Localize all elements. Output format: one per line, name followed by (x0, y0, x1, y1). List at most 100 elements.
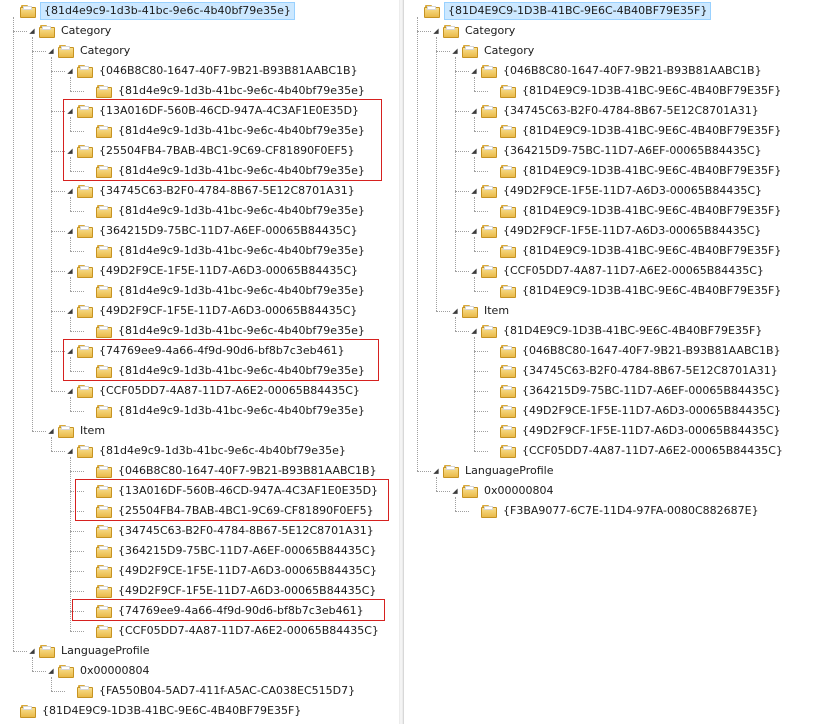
tree-node-category-guid[interactable]: ◢ {364215D9-75BC-11D7-A6EF-00065B84435C} (65, 221, 360, 241)
tree-node-label: {34745C63-B2F0-4784-8B67-5E12C8701A31} (503, 104, 759, 117)
tree-node-category-guid[interactable]: ◢ {046B8C80-1647-40F7-9B21-B93B81AABC1B} (65, 61, 360, 81)
tree-connector-line (70, 77, 71, 91)
tree-node-category-guid[interactable]: ◢ {49D2F9CF-1F5E-11D7-A6D3-00065B84435C} (469, 221, 763, 241)
tree-connector-line (455, 191, 469, 192)
tree-node-item-leaf[interactable]: {046B8C80-1647-40F7-9B21-B93B81AABC1B} (84, 461, 379, 481)
tree-node-category-guid[interactable]: ◢ {CCF05DD7-4A87-11D7-A6E2-00065B84435C} (469, 261, 766, 281)
tree-root-node[interactable]: {81d4e9c9-1d3b-41bc-9e6c-4b40bf79e35e} (8, 1, 295, 21)
tree-node-category-leaf[interactable]: {81D4E9C9-1D3B-41BC-9E6C-4B40BF79E35F} (488, 161, 783, 181)
tree-node-item-leaf[interactable]: {34745C63-B2F0-4784-8B67-5E12C8701A31} (488, 361, 780, 381)
tree-node-item-sub[interactable]: ◢ {81D4E9C9-1D3B-41BC-9E6C-4B40BF79E35F} (469, 321, 764, 341)
folder-icon (96, 164, 112, 178)
tree-connector-line (436, 477, 437, 491)
tree-node-category-guid[interactable]: ◢ {364215D9-75BC-11D7-A6EF-00065B84435C} (469, 141, 764, 161)
tree-node-label: {25504FB4-7BAB-4BC1-9C69-CF81890F0EF5} (99, 144, 355, 157)
folder-icon (424, 4, 440, 18)
tree-node-category-leaf[interactable]: {81d4e9c9-1d3b-41bc-9e6c-4b40bf79e35e} (84, 321, 367, 341)
tree-node-item-leaf[interactable]: {49D2F9CE-1F5E-11D7-A6D3-00065B84435C} (488, 401, 783, 421)
tree-node-label: LanguageProfile (465, 464, 554, 477)
tree-node-item-leaf[interactable]: {25504FB4-7BAB-4BC1-9C69-CF81890F0EF5} (84, 501, 376, 521)
tree-connector-line (70, 117, 71, 131)
tree-node-category-leaf[interactable]: {81D4E9C9-1D3B-41BC-9E6C-4B40BF79E35F} (488, 241, 783, 261)
tree-node-item-leaf[interactable]: {49D2F9CF-1F5E-11D7-A6D3-00065B84435C} (488, 421, 782, 441)
tree-node-item-leaf[interactable]: {34745C63-B2F0-4784-8B67-5E12C8701A31} (84, 521, 376, 541)
tree-node-item-leaf[interactable]: {046B8C80-1647-40F7-9B21-B93B81AABC1B} (488, 341, 783, 361)
tree-node-label: {046B8C80-1647-40F7-9B21-B93B81AABC1B} (503, 64, 762, 77)
tree-node-category-guid[interactable]: ◢ {74769ee9-4a66-4f9d-90d6-bf8b7c3eb461} (65, 341, 347, 361)
tree-node-item-leaf[interactable]: {49D2F9CE-1F5E-11D7-A6D3-00065B84435C} (84, 561, 379, 581)
tree-connector-line (70, 331, 84, 332)
tree-node-label: {49D2F9CE-1F5E-11D7-A6D3-00065B84435C} (522, 404, 781, 417)
folder-icon (58, 424, 74, 438)
tree-node-category-guid[interactable]: ◢ {13A016DF-560B-46CD-947A-4C3AF1E0E35D} (65, 101, 361, 121)
tree-node-label: {25504FB4-7BAB-4BC1-9C69-CF81890F0EF5} (118, 504, 374, 517)
tree-node-category-leaf[interactable]: {81d4e9c9-1d3b-41bc-9e6c-4b40bf79e35e} (84, 361, 367, 381)
tree-node-category-leaf[interactable]: {81d4e9c9-1d3b-41bc-9e6c-4b40bf79e35e} (84, 241, 367, 261)
folder-icon (500, 244, 516, 258)
tree-node-item-leaf[interactable]: {13A016DF-560B-46CD-947A-4C3AF1E0E35D} (84, 481, 380, 501)
folder-icon (96, 464, 112, 478)
tree-node-language-id[interactable]: ◢ 0x00000804 (450, 481, 556, 501)
tree-node-category-leaf[interactable]: {81D4E9C9-1D3B-41BC-9E6C-4B40BF79E35F} (488, 121, 783, 141)
tree-node-category-leaf[interactable]: {81D4E9C9-1D3B-41BC-9E6C-4B40BF79E35F} (488, 81, 783, 101)
tree-node-category[interactable]: ◢ Category (27, 21, 113, 41)
tree-connector-line (455, 331, 469, 332)
folder-icon (96, 284, 112, 298)
tree-node-item-leaf[interactable]: {364215D9-75BC-11D7-A6EF-00065B84435C} (488, 381, 783, 401)
tree-node-item-leaf[interactable]: {CCF05DD7-4A87-11D7-A6E2-00065B84435C} (488, 441, 785, 461)
tree-connector-line (51, 691, 65, 692)
tree-node-item-leaf[interactable]: {364215D9-75BC-11D7-A6EF-00065B84435C} (84, 541, 379, 561)
tree-node-language-leaf[interactable]: {F3BA9077-6C7E-11D4-97FA-0080C882687E} (469, 501, 761, 521)
tree-node-category-guid[interactable]: ◢ {CCF05DD7-4A87-11D7-A6E2-00065B84435C} (65, 381, 362, 401)
tree-node-category-guid[interactable]: ◢ {49D2F9CE-1F5E-11D7-A6D3-00065B84435C} (65, 261, 360, 281)
tree-node-category-leaf[interactable]: {81D4E9C9-1D3B-41BC-9E6C-4B40BF79E35F} (488, 201, 783, 221)
tree-node-category-guid[interactable]: ◢ {25504FB4-7BAB-4BC1-9C69-CF81890F0EF5} (65, 141, 357, 161)
tree-node-label: {CCF05DD7-4A87-11D7-A6E2-00065B84435C} (522, 444, 783, 457)
tree-node-category-leaf[interactable]: {81d4e9c9-1d3b-41bc-9e6c-4b40bf79e35e} (84, 401, 367, 421)
tree-node-category-leaf[interactable]: {81d4e9c9-1d3b-41bc-9e6c-4b40bf79e35e} (84, 281, 367, 301)
tree-node-item-leaf[interactable]: {74769ee9-4a66-4f9d-90d6-bf8b7c3eb461} (84, 601, 366, 621)
tree-connector-line (474, 411, 488, 412)
tree-node-category-guid[interactable]: ◢ {046B8C80-1647-40F7-9B21-B93B81AABC1B} (469, 61, 764, 81)
tree-node-category-guid[interactable]: ◢ {49D2F9CE-1F5E-11D7-A6D3-00065B84435C} (469, 181, 764, 201)
tree-connector-line (13, 31, 27, 32)
tree-connector-line (70, 251, 84, 252)
tree-node-item-leaf[interactable]: {49D2F9CF-1F5E-11D7-A6D3-00065B84435C} (84, 581, 378, 601)
tree-node-category-leaf[interactable]: {81d4e9c9-1d3b-41bc-9e6c-4b40bf79e35e} (84, 81, 367, 101)
tree-connector-line (32, 671, 46, 672)
tree-connector-line (51, 271, 65, 272)
tree-node-language-leaf[interactable]: {FA550B04-5AD7-411f-A5AC-CA038EC515D7} (65, 681, 357, 701)
folder-icon (443, 464, 459, 478)
tree-node-category-guid[interactable]: ◢ {49D2F9CF-1F5E-11D7-A6D3-00065B84435C} (65, 301, 359, 321)
tree-connector-line (70, 171, 84, 172)
tree-node-category-sub[interactable]: ◢ Category (450, 41, 536, 61)
tree-node-category-guid[interactable]: ◢ {34745C63-B2F0-4784-8B67-5E12C8701A31} (65, 181, 357, 201)
tree-connector-line (70, 411, 84, 412)
tree-node-item[interactable]: ◢ Item (46, 421, 107, 441)
tree-node-category[interactable]: ◢ Category (431, 21, 517, 41)
tree-connector-line (474, 391, 488, 392)
tree-node-category-sub[interactable]: ◢ Category (46, 41, 132, 61)
tree-node-item-leaf[interactable]: {CCF05DD7-4A87-11D7-A6E2-00065B84435C} (84, 621, 381, 641)
tree-node-item[interactable]: ◢ Item (450, 301, 511, 321)
tree-connector-line (455, 317, 456, 331)
tree-node-label: {74769ee9-4a66-4f9d-90d6-bf8b7c3eb461} (99, 344, 345, 357)
tree-connector-line (32, 431, 46, 432)
tree-node-item-sub[interactable]: ◢ {81d4e9c9-1d3b-41bc-9e6c-4b40bf79e35e} (65, 441, 348, 461)
tree-root-node[interactable]: {81D4E9C9-1D3B-41BC-9E6C-4B40BF79E35F} (412, 1, 712, 21)
tree-node-category-leaf[interactable]: {81d4e9c9-1d3b-41bc-9e6c-4b40bf79e35e} (84, 201, 367, 221)
tree-sibling-node[interactable]: {81D4E9C9-1D3B-41BC-9E6C-4B40BF79E35F} (8, 701, 303, 721)
tree-node-label: {FA550B04-5AD7-411f-A5AC-CA038EC515D7} (99, 684, 356, 697)
tree-connector-line (474, 337, 475, 451)
tree-node-category-leaf[interactable]: {81d4e9c9-1d3b-41bc-9e6c-4b40bf79e35e} (84, 161, 367, 181)
tree-connector-line (474, 277, 475, 291)
tree-node-language-profile[interactable]: ◢ LanguageProfile (431, 461, 556, 481)
tree-node-language-profile[interactable]: ◢ LanguageProfile (27, 641, 152, 661)
tree-node-category-guid[interactable]: ◢ {34745C63-B2F0-4784-8B67-5E12C8701A31} (469, 101, 761, 121)
tree-node-language-id[interactable]: ◢ 0x00000804 (46, 661, 152, 681)
tree-node-category-leaf[interactable]: {81D4E9C9-1D3B-41BC-9E6C-4B40BF79E35F} (488, 281, 783, 301)
tree-node-label: {046B8C80-1647-40F7-9B21-B93B81AABC1B} (118, 464, 377, 477)
tree-node-category-leaf[interactable]: {81d4e9c9-1d3b-41bc-9e6c-4b40bf79e35e} (84, 121, 367, 141)
folder-icon (481, 144, 497, 158)
folder-icon (96, 204, 112, 218)
